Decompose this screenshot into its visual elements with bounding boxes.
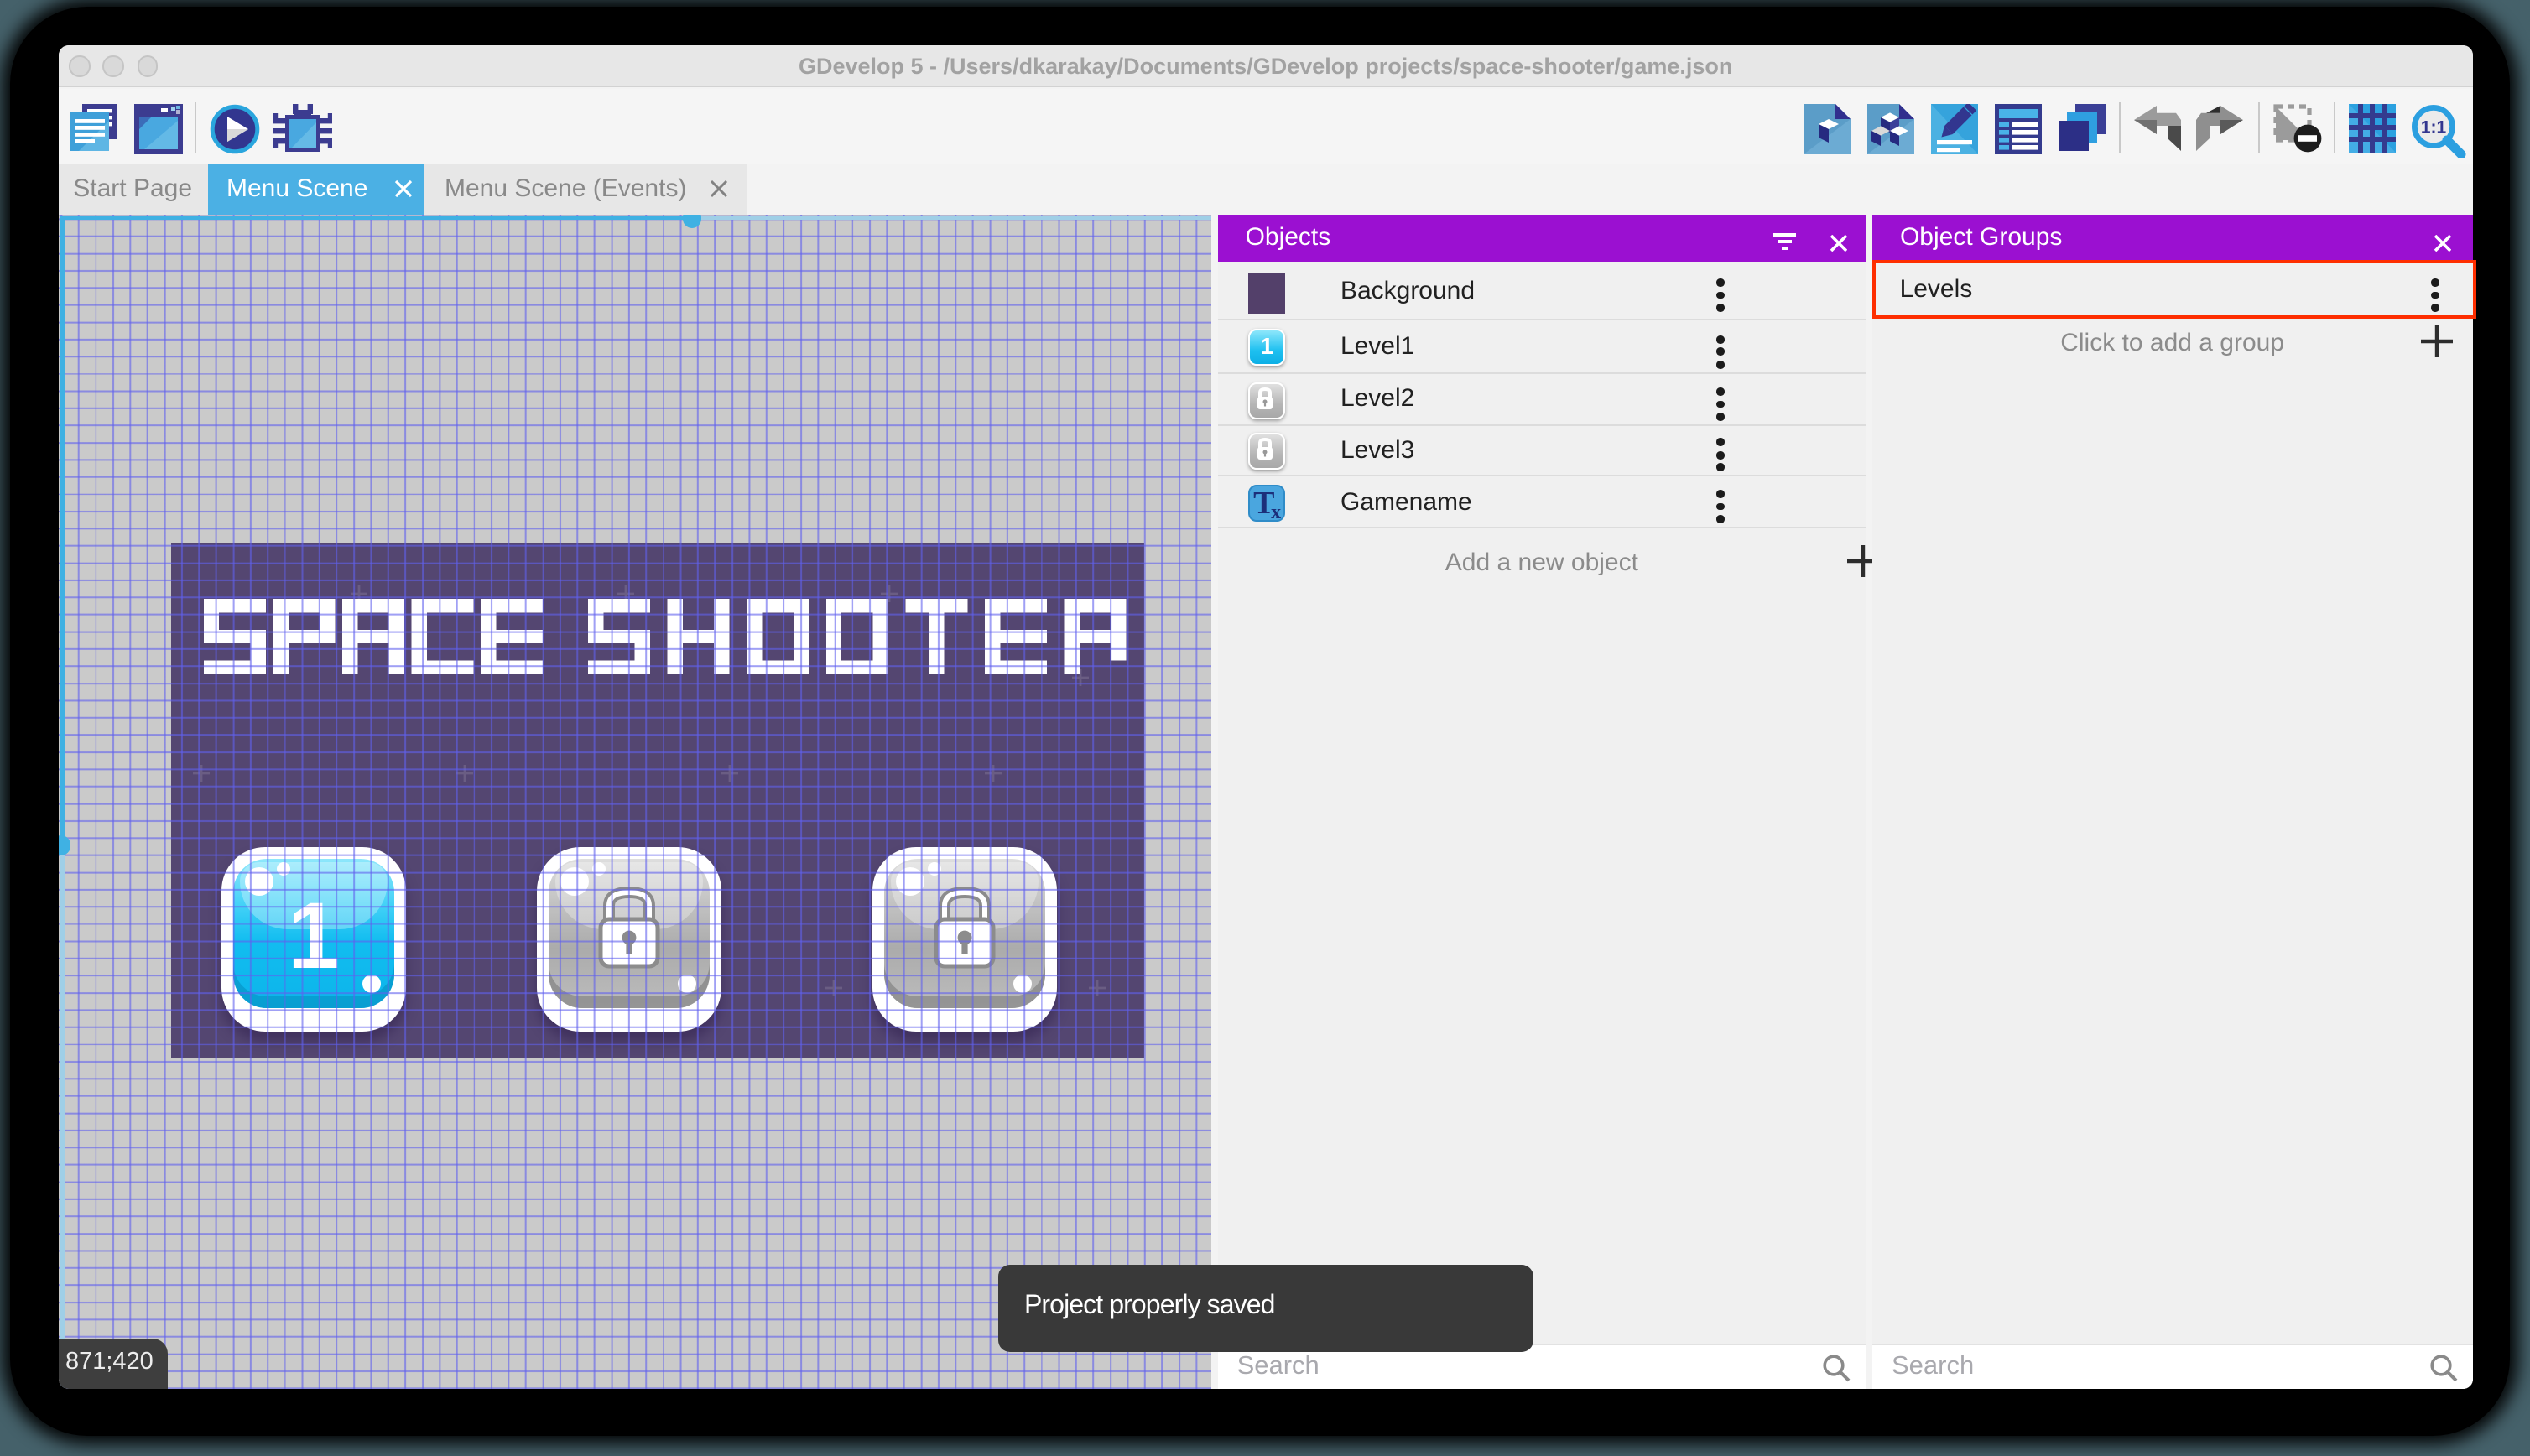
svg-text:1:1: 1:1 (2422, 117, 2448, 137)
